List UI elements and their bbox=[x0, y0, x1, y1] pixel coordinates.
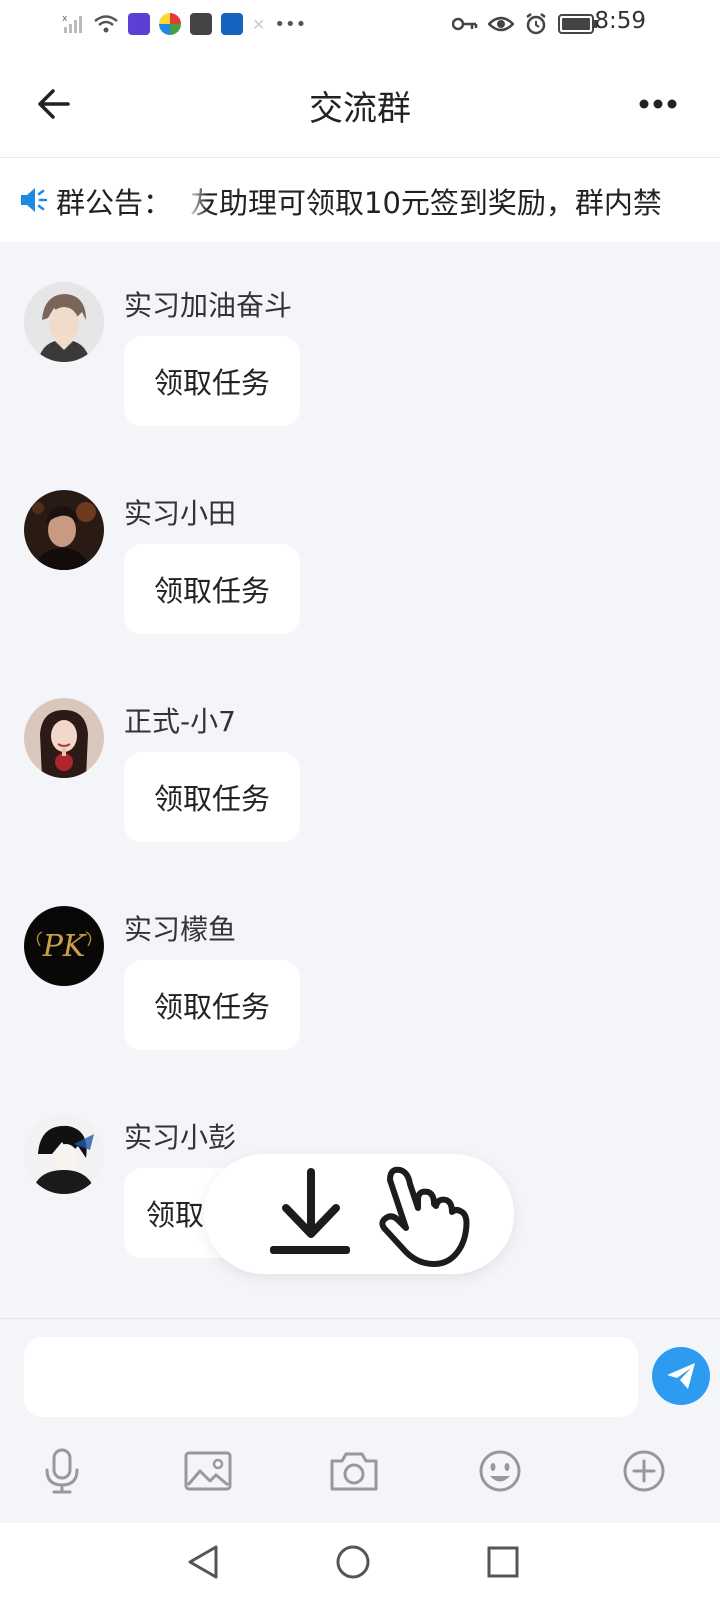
nav-home-button[interactable] bbox=[328, 1537, 378, 1587]
avatar[interactable] bbox=[24, 1114, 104, 1194]
app-notification-icon bbox=[190, 13, 212, 35]
notice-fade bbox=[680, 174, 720, 224]
anime-boy-avatar-icon bbox=[24, 282, 104, 362]
send-button[interactable] bbox=[652, 1347, 710, 1405]
wifi-icon bbox=[94, 15, 118, 33]
pk-logo-avatar-icon: PK bbox=[24, 906, 104, 986]
camera-button[interactable] bbox=[324, 1441, 384, 1501]
home-circle-icon bbox=[336, 1545, 370, 1579]
tap-hand-icon[interactable] bbox=[376, 1160, 472, 1268]
sender-name: 正式-小7 bbox=[124, 705, 236, 738]
signal-icon: x bbox=[62, 14, 82, 33]
status-time: 8:59 bbox=[594, 8, 646, 34]
message-bubble[interactable]: 领取任务 bbox=[124, 336, 300, 426]
app-notification-icon bbox=[159, 13, 181, 35]
download-icon[interactable] bbox=[266, 1166, 356, 1262]
camera-icon bbox=[330, 1452, 378, 1491]
eye-icon bbox=[488, 16, 514, 32]
sender-name: 实习加油奋斗 bbox=[124, 289, 293, 322]
image-icon bbox=[184, 1451, 232, 1491]
svg-text:x: x bbox=[62, 14, 68, 24]
sender-name: 实习檬鱼 bbox=[124, 913, 237, 946]
chat-message: PK 实习檬鱼 领取任务 bbox=[0, 906, 720, 1086]
more-actions-button[interactable] bbox=[614, 1441, 674, 1501]
back-triangle-icon bbox=[188, 1545, 218, 1579]
emoji-button[interactable] bbox=[470, 1441, 530, 1501]
message-input[interactable] bbox=[24, 1337, 638, 1417]
nav-back-button[interactable] bbox=[178, 1537, 228, 1587]
message-bubble[interactable]: 领取任务 bbox=[124, 960, 300, 1050]
avatar[interactable] bbox=[24, 698, 104, 778]
avatar[interactable] bbox=[24, 282, 104, 362]
app-notification-icon bbox=[128, 13, 150, 35]
voice-button[interactable] bbox=[32, 1441, 92, 1501]
chat-message: 正式-小7 领取任务 bbox=[0, 698, 720, 878]
sender-name: 实习小彭 bbox=[124, 1121, 237, 1154]
man-portrait-avatar-icon bbox=[24, 490, 104, 570]
key-icon bbox=[452, 17, 478, 31]
system-nav-bar bbox=[0, 1523, 720, 1600]
message-bubble[interactable]: 领取任务 bbox=[124, 752, 300, 842]
chat-message: 实习小田 领取任务 bbox=[0, 490, 720, 670]
message-bubble[interactable]: 领取任务 bbox=[124, 544, 300, 634]
anime-dark-avatar-icon bbox=[24, 1114, 104, 1194]
chat-header: 交流群 bbox=[0, 50, 720, 158]
more-notifications-icon: ••• bbox=[274, 13, 307, 35]
input-toolbar bbox=[0, 1441, 720, 1501]
close-icon: ✕ bbox=[252, 14, 266, 34]
app-notification-icon bbox=[221, 13, 243, 35]
avatar[interactable] bbox=[24, 490, 104, 570]
recents-square-icon bbox=[487, 1546, 519, 1578]
page-title: 交流群 bbox=[309, 89, 411, 129]
notice-fade bbox=[186, 174, 208, 224]
nav-recents-button[interactable] bbox=[478, 1537, 528, 1587]
more-dots-icon bbox=[639, 99, 677, 109]
status-left-icons: x ✕ ••• bbox=[62, 10, 306, 38]
notice-text: 友助理可领取10元签到奖励，群内禁 bbox=[190, 186, 662, 220]
woman-portrait-avatar-icon bbox=[24, 698, 104, 778]
avatar-monogram: PK bbox=[42, 929, 87, 964]
group-notice[interactable]: 群公告： 友助理可领取10元签到奖励，群内禁 bbox=[0, 158, 720, 242]
alarm-icon bbox=[526, 13, 546, 35]
microphone-icon bbox=[45, 1448, 79, 1494]
avatar[interactable]: PK bbox=[24, 906, 104, 986]
emoji-icon bbox=[479, 1450, 521, 1492]
status-right-icons bbox=[452, 10, 598, 38]
more-options-button[interactable] bbox=[632, 86, 684, 122]
message-input-area bbox=[0, 1318, 720, 1523]
image-button[interactable] bbox=[178, 1441, 238, 1501]
sender-name: 实习小田 bbox=[124, 497, 237, 530]
floating-gesture-overlay[interactable] bbox=[204, 1154, 514, 1274]
plus-circle-icon bbox=[623, 1450, 665, 1492]
status-bar: x ✕ ••• 8:59 bbox=[0, 0, 720, 50]
notice-label: 群公告： bbox=[56, 186, 173, 220]
paper-plane-icon bbox=[667, 1363, 695, 1389]
speaker-icon bbox=[21, 188, 48, 212]
chat-message: 实习加油奋斗 领取任务 bbox=[0, 282, 720, 462]
battery-icon bbox=[558, 14, 597, 34]
